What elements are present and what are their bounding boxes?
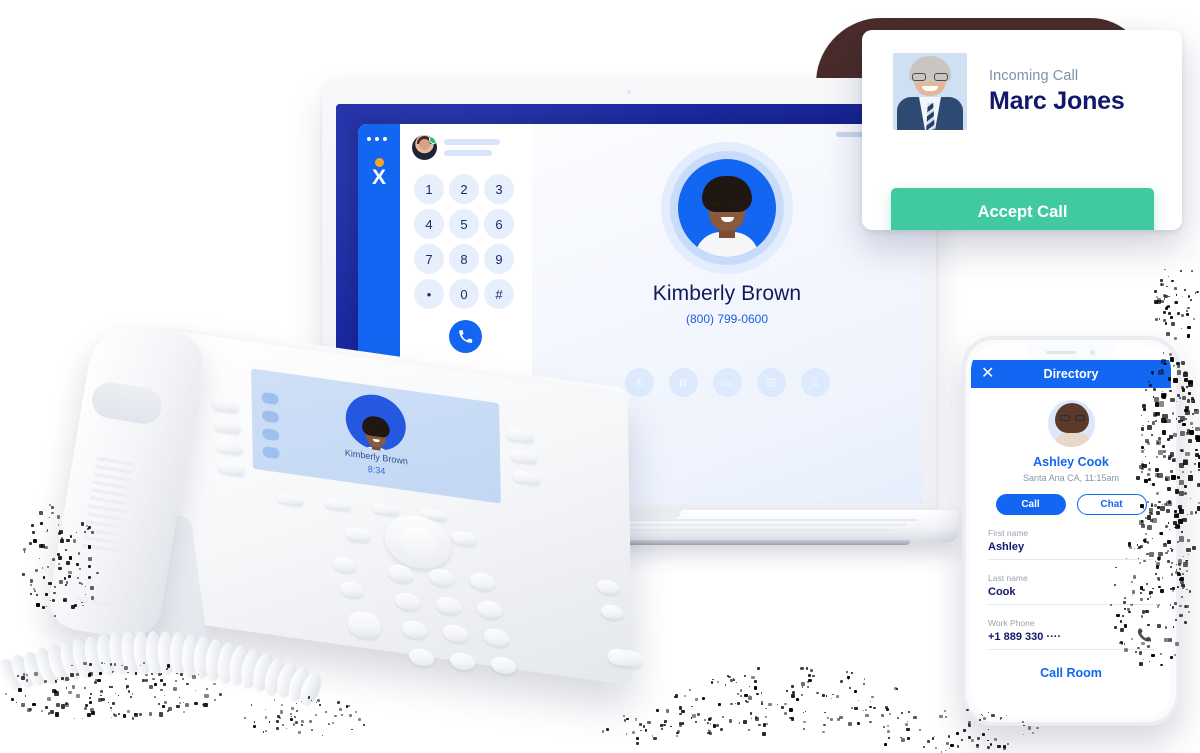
caller-name: Marc Jones	[989, 87, 1125, 116]
last-name-field[interactable]: Last name Cook	[988, 560, 1154, 605]
dialpad-key-6[interactable]: 6	[484, 209, 514, 239]
app-logo: X	[358, 158, 400, 187]
keypad-icon	[764, 376, 778, 390]
call-button[interactable]: Call	[996, 494, 1066, 515]
dialpad-key-8[interactable]: 8	[449, 244, 479, 274]
mobile-notch	[1027, 345, 1115, 360]
online-status-badge	[429, 135, 437, 144]
pause-icon	[676, 376, 690, 390]
dialpad-keys[interactable]: 1 2 3 4 5 6 7 8 9 • 0 #	[414, 174, 532, 314]
accept-call-button[interactable]: Accept Call	[891, 188, 1154, 230]
first-name-field[interactable]: First name Ashley	[988, 515, 1154, 560]
user-name-placeholder	[444, 139, 500, 156]
dialpad-key-4[interactable]: 4	[414, 209, 444, 239]
dialpad-key-3[interactable]: 3	[484, 174, 514, 204]
dialpad-key-7[interactable]: 7	[414, 244, 444, 274]
contact-location-time: Santa Ana CA, 11:15am	[971, 473, 1171, 483]
dialpad-key-9[interactable]: 9	[484, 244, 514, 274]
field-label: Work Phone	[988, 618, 1154, 628]
contact-avatar	[1048, 400, 1095, 447]
mobile-device: ✕ Directory Ashley Cook Santa Ana CA, 11…	[962, 336, 1180, 726]
hangup-button[interactable]	[713, 368, 742, 397]
dialpad-key-hash[interactable]: #	[484, 279, 514, 309]
avatar	[412, 135, 437, 160]
hangup-icon	[720, 376, 734, 390]
dialpad-key-star[interactable]: •	[414, 279, 444, 309]
dialpad-key-0[interactable]: 0	[449, 279, 479, 309]
call-contact-name: Kimberly Brown	[532, 282, 922, 306]
contacts-button[interactable]	[801, 368, 830, 397]
dialpad-key-2[interactable]: 2	[449, 174, 479, 204]
desk-phone-avatar	[345, 391, 406, 455]
caller-row: Incoming Call Marc Jones	[862, 30, 1182, 130]
speaker-grill-icon	[81, 457, 134, 554]
field-label: First name	[988, 528, 1154, 538]
earpiece-speaker-icon	[1046, 351, 1076, 354]
caller-photo	[893, 53, 967, 130]
call-room-link[interactable]: Call Room	[971, 666, 1171, 680]
close-icon[interactable]: ✕	[981, 366, 994, 382]
dialpad-key-5[interactable]: 5	[449, 209, 479, 239]
keypad-button[interactable]	[757, 368, 786, 397]
field-label: Last name	[988, 573, 1154, 583]
front-camera-icon	[1090, 350, 1095, 355]
hold-button[interactable]	[669, 368, 698, 397]
mobile-header-title: Directory	[971, 367, 1171, 381]
dialpad-key-1[interactable]: 1	[414, 174, 444, 204]
incoming-call-label: Incoming Call	[989, 68, 1125, 84]
mobile-contact-detail: Ashley Cook Santa Ana CA, 11:15am Call C…	[971, 388, 1171, 680]
incoming-call-card: Incoming Call Marc Jones Accept Call	[862, 30, 1182, 230]
hero-illustration: X 1 2 3 4 5 6 7 8 9 • 0 # Kimberly Brown…	[0, 0, 1200, 752]
person-icon	[808, 376, 822, 390]
chat-button[interactable]: Chat	[1077, 494, 1147, 515]
earpiece	[89, 380, 164, 427]
logo-letter: X	[358, 168, 400, 187]
call-avatar	[661, 142, 793, 274]
desk-phone-device: Kimberly Brown 8:34 HD Voice	[52, 320, 652, 740]
field-value: Cook	[988, 586, 1154, 598]
laptop-webcam-icon	[627, 90, 631, 94]
app-user-row[interactable]	[400, 124, 532, 160]
field-value: +1 889 330 ····	[988, 631, 1154, 643]
mobile-header: ✕ Directory	[971, 360, 1171, 388]
sidebar-menu-dots-icon[interactable]	[367, 137, 387, 141]
